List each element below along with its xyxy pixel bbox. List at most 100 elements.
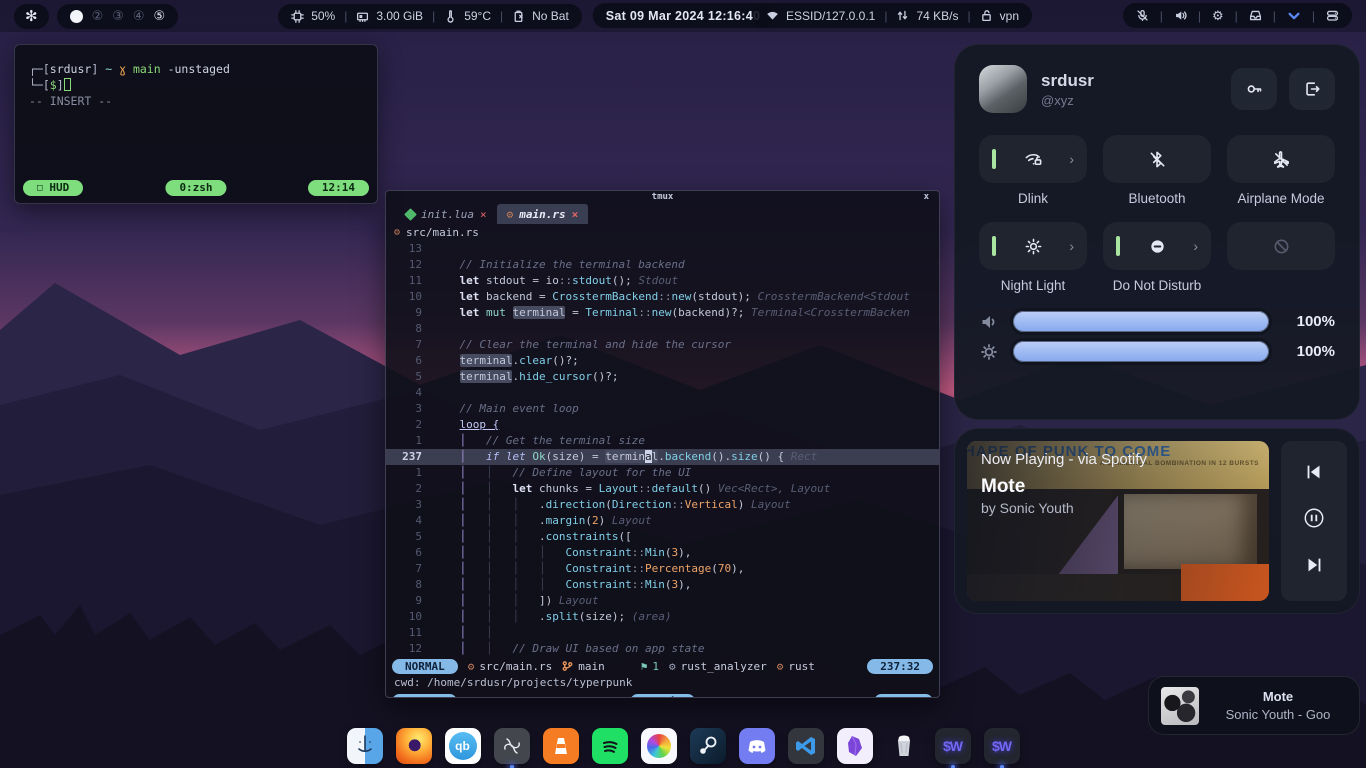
- dock-icon-spotify[interactable]: [592, 728, 628, 764]
- editor-window[interactable]: tmux x init.lua × ⚙ main.rs × ⚙ src/main…: [385, 190, 940, 698]
- terminal-body[interactable]: ┌─[srdusr] ~ ɣ main -unstaged└─[$] -- IN…: [15, 45, 377, 109]
- brightness-slider[interactable]: [1013, 341, 1269, 362]
- line-number: 3: [386, 401, 422, 417]
- code-line[interactable]: 5 │ │ │ .constraints([: [386, 529, 939, 545]
- code-line[interactable]: 4: [386, 385, 939, 401]
- code-line[interactable]: 1 │ │ // Define layout for the UI: [386, 465, 939, 481]
- inbox-icon[interactable]: [1249, 9, 1262, 22]
- code-line[interactable]: 1 │ // Get the terminal size: [386, 433, 939, 449]
- code-line[interactable]: 8: [386, 321, 939, 337]
- dock-icon-vlc[interactable]: [543, 728, 579, 764]
- keyring-button[interactable]: [1231, 68, 1277, 110]
- code-line[interactable]: 8 │ │ │ │ Constraint::Min(3),: [386, 577, 939, 593]
- temperature: 59°C: [464, 9, 491, 23]
- code-line[interactable]: 9 let mut terminal = Terminal::new(backe…: [386, 305, 939, 321]
- devices-stack-icon[interactable]: [1326, 9, 1339, 22]
- workspace-5[interactable]: ⑤: [154, 8, 166, 24]
- tab-init-lua[interactable]: init.lua ×: [396, 204, 497, 224]
- tmux-session-pill[interactable]: □HUD: [23, 180, 83, 196]
- chevron-right-icon[interactable]: ›: [1069, 239, 1074, 253]
- code-line[interactable]: 7 // Clear the terminal and hide the cur…: [386, 337, 939, 353]
- active-indicator: [992, 149, 996, 169]
- toggle-do-not-disturb[interactable]: ›: [1103, 222, 1211, 270]
- tmux-window-pill[interactable]: 0:zsh: [165, 180, 226, 196]
- logout-button[interactable]: [1289, 68, 1335, 110]
- brightness-slider-row: 100%: [979, 341, 1335, 362]
- line-number: 4: [386, 385, 422, 401]
- code-line[interactable]: 12 // Initialize the terminal backend: [386, 257, 939, 273]
- code-line[interactable]: 3 │ │ │ .direction(Direction::Vertical) …: [386, 497, 939, 513]
- terminal-line: ┌─[srdusr] ~ ɣ main -unstaged: [29, 61, 363, 77]
- microphone-muted-icon[interactable]: [1136, 9, 1149, 22]
- code-line[interactable]: 9 │ │ │ ]) Layout: [386, 593, 939, 609]
- workspace-2[interactable]: ②: [92, 8, 104, 24]
- tmux-session-pill[interactable]: □tmux: [392, 694, 457, 699]
- code-line[interactable]: 7 │ │ │ │ Constraint::Percentage(70),: [386, 561, 939, 577]
- tab-close-icon[interactable]: ×: [480, 208, 487, 221]
- code-line[interactable]: 3 // Main event loop: [386, 401, 939, 417]
- code-line[interactable]: 12 │ │ // Draw UI based on app state: [386, 641, 939, 657]
- code-line[interactable]: 2 │ │ let chunks = Layout::default() Vec…: [386, 481, 939, 497]
- network-speed: 74 KB/s: [916, 9, 958, 23]
- next-track-button[interactable]: [1303, 554, 1325, 581]
- code-line[interactable]: 11 let stdout = io::stdout(); Stdout: [386, 273, 939, 289]
- chevron-right-icon[interactable]: ›: [1193, 239, 1198, 253]
- tmux-window-pill[interactable]: 0:nvim: [630, 694, 696, 699]
- chevron-down-icon[interactable]: [1287, 9, 1301, 23]
- clock[interactable]: Sat 09 Mar 2024 12:16:40: [593, 3, 774, 28]
- pause-button[interactable]: [1303, 507, 1325, 534]
- tab-main-rs[interactable]: ⚙ main.rs ×: [497, 204, 589, 224]
- media-notification[interactable]: Mote Sonic Youth - Goo: [1148, 676, 1360, 735]
- workspace-3[interactable]: ③: [112, 8, 124, 24]
- code-line[interactable]: 2 loop {: [386, 417, 939, 433]
- dock-icon-finder[interactable]: [347, 728, 383, 764]
- line-number: 6: [386, 353, 422, 369]
- dock-icon-obsidian[interactable]: [837, 728, 873, 764]
- airplane-off-icon: [1272, 150, 1291, 169]
- window-close-button[interactable]: x: [924, 191, 929, 203]
- toggle-bluetooth[interactable]: [1103, 135, 1211, 183]
- code-line[interactable]: 5 terminal.hide_cursor()?;: [386, 369, 939, 385]
- toggle-airplane-mode[interactable]: [1227, 135, 1335, 183]
- trash-icon: [891, 733, 917, 759]
- code-line[interactable]: 10 let backend = CrosstermBackend::new(s…: [386, 289, 939, 305]
- dock-icon-steam[interactable]: [690, 728, 726, 764]
- blocked-circle-icon: [1272, 237, 1291, 256]
- dock-icon-photos[interactable]: [641, 728, 677, 764]
- code-line[interactable]: 6 │ │ │ │ Constraint::Min(3),: [386, 545, 939, 561]
- bluetooth-off-icon: [1148, 150, 1167, 169]
- dock-icon-qbittorrent[interactable]: qb: [445, 728, 481, 764]
- terminal-window[interactable]: ┌─[srdusr] ~ ɣ main -unstaged└─[$] -- IN…: [14, 44, 378, 204]
- terminal-line: └─[$]: [29, 77, 363, 93]
- toggle-wifi[interactable]: ›: [979, 135, 1087, 183]
- dock-icon-vscode[interactable]: [788, 728, 824, 764]
- settings-gear-icon[interactable]: ⚙: [1212, 8, 1224, 24]
- code-line[interactable]: 11 │ │: [386, 625, 939, 641]
- volume-slider[interactable]: [1013, 311, 1269, 332]
- code-line[interactable]: 4 │ │ │ .margin(2) Layout: [386, 513, 939, 529]
- line-number: 9: [386, 593, 422, 609]
- dock-icon-dollar-w-1[interactable]: $W: [935, 728, 971, 764]
- workspace-4[interactable]: ④: [133, 8, 145, 24]
- tab-close-icon[interactable]: ×: [572, 208, 579, 221]
- code-line[interactable]: 10 │ │ │ .split(size); (area): [386, 609, 939, 625]
- launcher-button[interactable]: ✻: [14, 4, 49, 29]
- code-line-current[interactable]: 237 │ if let Ok(size) = terminal.backend…: [386, 449, 939, 465]
- workspace-switcher[interactable]: ②③④⑤: [57, 4, 179, 29]
- chevron-right-icon[interactable]: ›: [1069, 152, 1074, 166]
- code-area[interactable]: 1312 // Initialize the terminal backend1…: [386, 241, 939, 657]
- dock-icon-trash[interactable]: [886, 728, 922, 764]
- network-module[interactable]: ESSID/127.0.0.1| 74 KB/s| vpn: [753, 3, 1032, 28]
- workspace-active[interactable]: [70, 10, 83, 23]
- speaker-icon[interactable]: [1174, 9, 1187, 22]
- dock-icon-dollar-w-2[interactable]: $W: [984, 728, 1020, 764]
- dock-icon-discord[interactable]: [739, 728, 775, 764]
- obsidian-gem-icon: [842, 733, 868, 759]
- dock-icon-swirl-app[interactable]: [494, 728, 530, 764]
- toggle-night-light[interactable]: ›: [979, 222, 1087, 270]
- code-line[interactable]: 6 terminal.clear()?;: [386, 353, 939, 369]
- dock-icon-firefox[interactable]: [396, 728, 432, 764]
- code-line[interactable]: 13: [386, 241, 939, 257]
- previous-track-button[interactable]: [1303, 461, 1325, 488]
- toggle-disabled[interactable]: [1227, 222, 1335, 270]
